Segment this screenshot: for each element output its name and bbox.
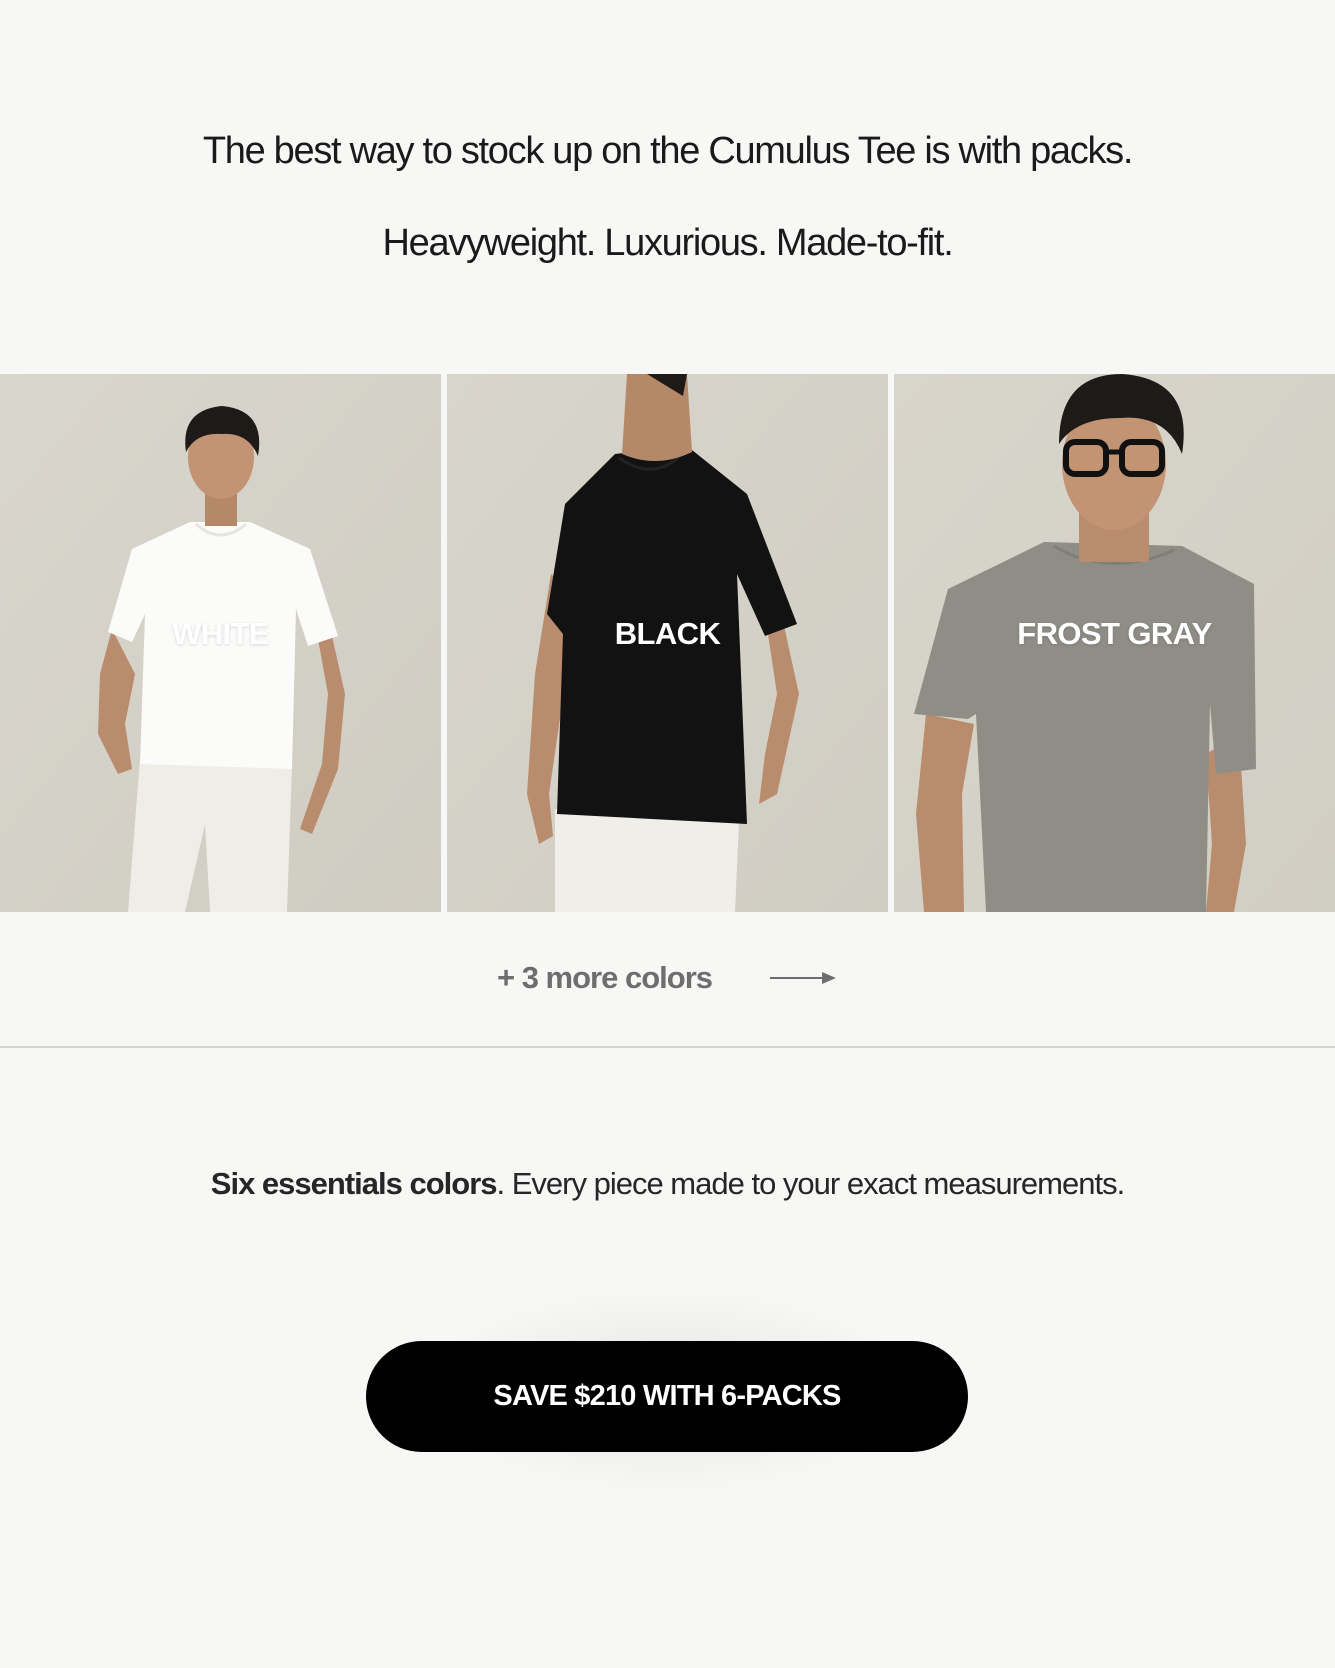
more-colors-link[interactable]: + 3 more colors xyxy=(0,960,1335,996)
headline: The best way to stock up on the Cumulus … xyxy=(202,130,1134,172)
color-label-black: BLACK xyxy=(614,616,721,651)
color-tile-white[interactable]: WHITE xyxy=(0,374,441,912)
color-label-white: WHITE xyxy=(172,616,269,651)
color-label-frost-gray: FROST GRAY xyxy=(1017,616,1212,651)
color-tile-black[interactable]: BLACK xyxy=(447,374,888,912)
save-6-packs-button[interactable]: SAVE $210 WITH 6-PACKS xyxy=(366,1341,968,1452)
subheadline: Heavyweight. Luxurious. Made-to-fit. xyxy=(382,222,954,264)
color-gallery: WHITE BLACK FROST GRAY xyxy=(0,374,1335,912)
section-divider xyxy=(0,1046,1335,1048)
arrow-right-icon xyxy=(770,972,837,984)
tagline-rest: . Every piece made to your exact measure… xyxy=(496,1166,1126,1201)
tagline-emphasis: Six essentials colors xyxy=(210,1166,498,1201)
more-colors-label: + 3 more colors xyxy=(496,960,713,995)
color-tile-frost-gray[interactable]: FROST GRAY xyxy=(894,374,1335,912)
tagline: Six essentials colors. Every piece made … xyxy=(0,1166,1335,1202)
